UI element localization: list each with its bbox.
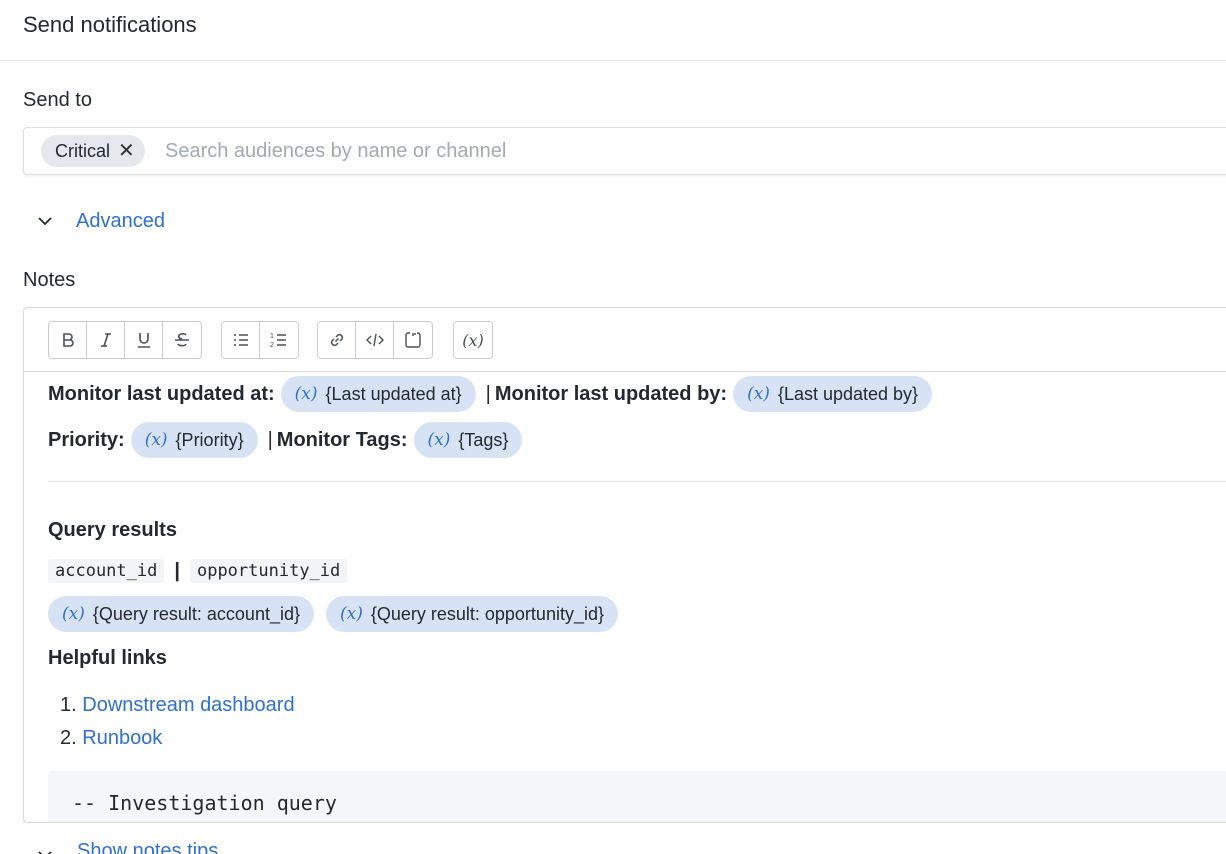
format-group — [48, 321, 202, 359]
link-icon[interactable] — [318, 322, 356, 358]
separator: | — [485, 382, 491, 405]
content-line-priority: Priority: (x) {Priority} | Monitor Tags:… — [48, 420, 528, 460]
variable-pill-tags[interactable]: (x) {Tags} — [413, 422, 523, 458]
label-monitor-tags: Monitor Tags: — [276, 428, 408, 451]
label-last-updated-by: Monitor last updated by: — [494, 382, 728, 405]
code-block-text: -- Investigation query — [72, 791, 337, 815]
variable-icon: (x) — [294, 384, 318, 404]
variable-pill-last-updated-by[interactable]: (x) {Last updated by} — [733, 376, 933, 412]
advanced-link[interactable]: Advanced — [76, 210, 165, 233]
variable-icon[interactable]: (x) — [454, 322, 492, 358]
close-icon[interactable]: ✕ — [118, 141, 135, 161]
chevron-down-icon — [38, 851, 52, 854]
inline-code-opportunity-id: opportunity_id — [189, 559, 348, 583]
variable-icon: (x) — [427, 430, 451, 450]
advanced-toggle[interactable]: Advanced — [36, 207, 165, 235]
notes-label: Notes — [23, 269, 76, 291]
audience-chip-critical: Critical ✕ — [41, 135, 145, 167]
numbered-list-icon[interactable]: 12 — [260, 322, 298, 358]
code-icon[interactable] — [356, 322, 394, 358]
link-downstream-dashboard[interactable]: Downstream dashboard — [82, 694, 294, 716]
list-group: 12 — [221, 321, 299, 359]
svg-text:2: 2 — [270, 342, 274, 349]
chevron-down-icon — [38, 217, 52, 226]
bold-icon[interactable] — [49, 322, 87, 358]
italic-icon[interactable] — [87, 322, 125, 358]
show-notes-tips-link[interactable]: Show notes tips — [77, 840, 218, 854]
audience-selector[interactable]: Critical ✕ — [23, 127, 1226, 175]
variable-pill-query-opportunity-id[interactable]: (x) {Query result: opportunity_id} — [325, 596, 618, 632]
variable-icon: (x) — [62, 604, 85, 624]
label-priority: Priority: — [48, 428, 125, 451]
svg-text:1: 1 — [270, 333, 274, 340]
send-to-label: Send to — [23, 89, 92, 111]
underline-icon[interactable] — [125, 322, 163, 358]
variable-pill-priority[interactable]: (x) {Priority} — [130, 422, 258, 458]
heading-helpful-links: Helpful links — [48, 646, 167, 669]
insert-group — [317, 321, 433, 359]
variable-icon: (x) — [339, 604, 363, 624]
audience-search-input[interactable] — [163, 136, 1163, 166]
bullet-list-icon[interactable] — [222, 322, 260, 358]
panel-title: Send notifications — [23, 12, 197, 37]
code-block-icon[interactable] — [394, 322, 432, 358]
list-item: 1. Downstream dashboard — [60, 694, 295, 716]
label-last-updated-at: Monitor last updated at: — [48, 382, 275, 405]
variable-group: (x) — [453, 321, 493, 359]
panel-header: Send notifications — [0, 0, 1226, 61]
variable-pill-last-updated-at[interactable]: (x) {Last updated at} — [280, 376, 476, 412]
notifications-panel: Send notifications Send to Critical ✕ Ad… — [0, 0, 1226, 854]
variable-icon: (x) — [747, 384, 770, 404]
variable-icon: (x) — [144, 430, 168, 450]
horizontal-rule — [48, 481, 1226, 482]
separator: | — [174, 559, 180, 582]
query-columns-line: account_id | opportunity_id — [48, 557, 348, 585]
list-item: 2. Runbook — [60, 727, 163, 749]
separator: | — [267, 428, 273, 451]
notes-editor[interactable]: 12 (x) Monitor last updated at: (x) {Las… — [23, 307, 1226, 823]
query-vars-line: (x) {Query result: account_id} (x) {Quer… — [42, 595, 624, 633]
link-runbook[interactable]: Runbook — [82, 727, 162, 749]
code-block: -- Investigation query — [48, 771, 1226, 822]
heading-query-results: Query results — [48, 518, 177, 541]
variable-pill-query-account-id[interactable]: (x) {Query result: account_id} — [48, 596, 314, 632]
inline-code-account-id: account_id — [48, 559, 165, 583]
editor-toolbar: 12 (x) — [24, 308, 1226, 372]
strikethrough-icon[interactable] — [163, 322, 201, 358]
content-line-monitor-updated: Monitor last updated at: (x) {Last updat… — [48, 374, 938, 414]
chip-label: Critical — [55, 140, 111, 161]
